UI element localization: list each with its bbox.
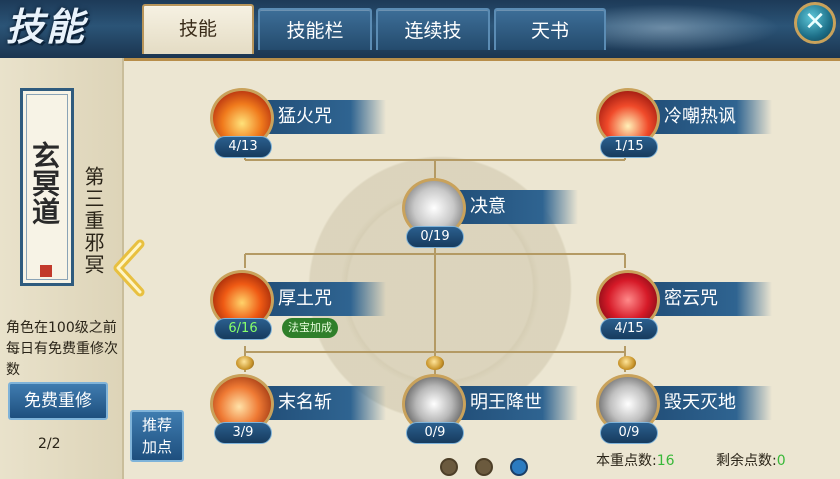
remaining-points-value: 0 <box>776 453 786 469</box>
remaining-points-label: 剩余点数: <box>716 453 777 469</box>
skill-level: 3/9 <box>214 422 272 444</box>
skill-name: 决意 <box>470 196 506 217</box>
skill-level: 0/9 <box>406 422 464 444</box>
remaining-points: 剩余点数:0 <box>716 450 786 470</box>
tier-points-value: 16 <box>656 453 675 469</box>
page-dot-1[interactable] <box>440 458 458 476</box>
skill-name: 密云咒 <box>664 288 718 309</box>
skill-name: 厚土咒 <box>278 288 332 309</box>
skill-level: 1/15 <box>600 136 658 158</box>
skill-level: 0/9 <box>600 422 658 444</box>
skill-level: 0/19 <box>406 226 464 248</box>
gem-socket-icon <box>426 356 444 370</box>
artifact-bonus-badge: 法宝加成 <box>282 318 338 338</box>
skill-level: 6/16 <box>214 318 272 340</box>
skill-level: 4/13 <box>214 136 272 158</box>
gem-socket-icon <box>236 356 254 370</box>
skill-node[interactable]: 猛火咒 4/13 <box>208 86 388 166</box>
skill-name: 毁天灭地 <box>664 392 736 413</box>
skill-node[interactable]: 密云咒 4/15 <box>594 268 774 348</box>
tier-points-label: 本重点数: <box>596 453 657 469</box>
skill-name: 末名斩 <box>278 392 332 413</box>
page-dot-3[interactable] <box>510 458 528 476</box>
skill-node[interactable]: 明王降世 0/9 <box>400 372 580 452</box>
skill-node[interactable]: 毁天灭地 0/9 <box>594 372 774 452</box>
tier-points: 本重点数:16 <box>596 450 675 470</box>
skill-name: 冷嘲热讽 <box>664 106 736 127</box>
skill-node[interactable]: 决意 0/19 <box>400 176 580 256</box>
page-dot-2[interactable] <box>475 458 493 476</box>
skill-node[interactable]: 冷嘲热讽 1/15 <box>594 86 774 166</box>
skill-level: 4/15 <box>600 318 658 340</box>
skill-name: 猛火咒 <box>278 106 332 127</box>
skill-name: 明王降世 <box>470 392 542 413</box>
gem-socket-icon <box>618 356 636 370</box>
skill-node[interactable]: 末名斩 3/9 <box>208 372 388 452</box>
